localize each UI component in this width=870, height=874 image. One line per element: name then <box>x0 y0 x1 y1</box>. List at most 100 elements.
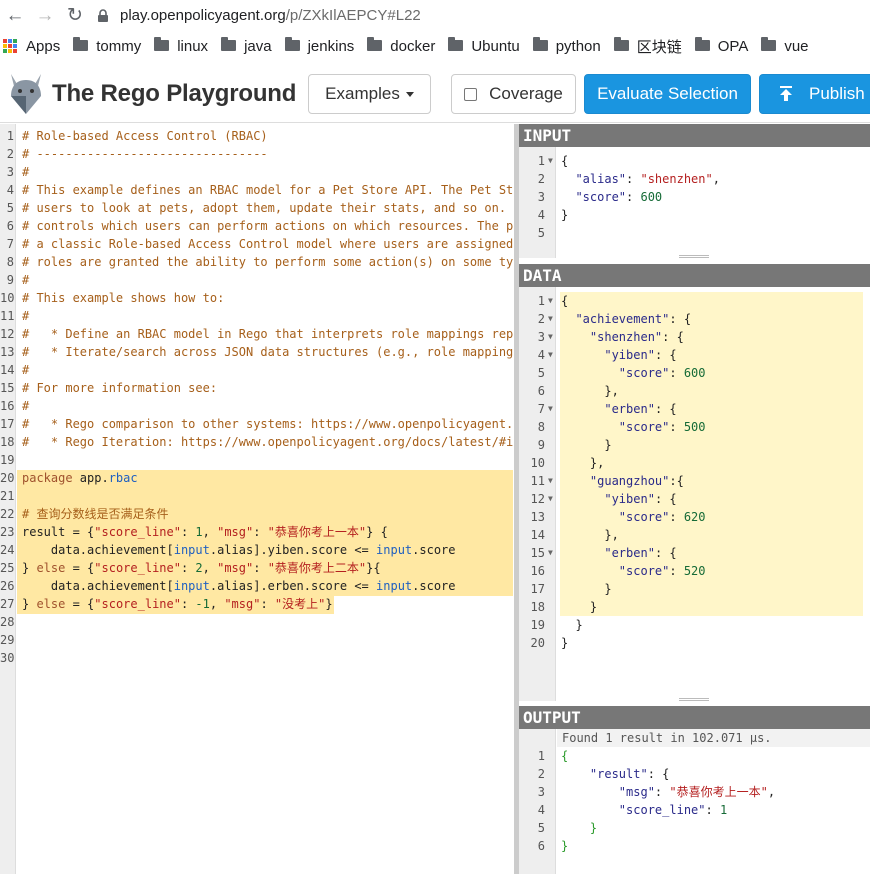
bookmark-label: java <box>244 37 272 55</box>
fold-arrow-icon[interactable]: ▼ <box>548 152 553 170</box>
output-panel-title: OUTPUT <box>519 706 870 729</box>
line-number: 5 <box>6 201 14 215</box>
json-text: }, <box>561 456 605 470</box>
bookmark-item[interactable]: python <box>532 36 601 55</box>
json-text: "score": 620 <box>618 510 706 524</box>
code-line: 25} else = {"score_line": 2, "msg": "恭喜你… <box>0 559 514 577</box>
line-number: 16 <box>530 564 545 578</box>
input-editor[interactable]: 1 ▼{2 "alias": "shenzhen", 3 "score": 600 4… <box>519 147 870 258</box>
line-number: 17 <box>530 582 545 596</box>
line-number: 3 <box>537 330 545 344</box>
url-path: /p/ZXkIlAEPCY#L22 <box>285 7 421 24</box>
line-number: 19 <box>530 618 545 632</box>
policy-editor[interactable]: 1 # Role-based Access Control (RBAC) 2 # --… <box>0 124 514 874</box>
page-title: The Rego Playground <box>52 80 297 107</box>
code-line: 22 # 查询分数线是否满足条件 <box>0 505 514 523</box>
fold-arrow-icon[interactable]: ▼ <box>548 346 553 364</box>
output-panel: OUTPUT Found 1 result in 102.071 µs. 1{2… <box>519 706 870 874</box>
fold-arrow-icon[interactable]: ▼ <box>548 328 553 346</box>
input-panel-title: INPUT <box>519 124 870 147</box>
bookmark-item[interactable]: OPA <box>694 36 748 55</box>
code-text: # * Rego Iteration: https://www.openpoli… <box>22 435 514 449</box>
data-panel-title: DATA <box>519 264 870 287</box>
bookmark-item[interactable]: Ubuntu <box>448 36 520 55</box>
data-editor[interactable]: 1 ▼{2 ▼ "achievement": {3 ▼ "shenzhen": {4 ▼… <box>519 287 870 701</box>
bookmark-item[interactable]: 区块链 <box>613 36 682 57</box>
fold-arrow-icon[interactable]: ▼ <box>548 490 553 508</box>
bookmark-label: vue <box>784 37 809 55</box>
forward-arrow-icon[interactable]: → <box>30 0 60 31</box>
evaluate-selection-button[interactable]: Evaluate Selection <box>584 74 751 114</box>
fold-arrow-icon[interactable]: ▼ <box>548 400 553 418</box>
bookmark-item[interactable]: jenkins <box>284 36 354 55</box>
json-text: "msg": "恭喜你考上一本", <box>618 785 776 799</box>
folder-icon <box>613 36 629 51</box>
line-number: 4 <box>6 183 14 197</box>
json-line: 9 } <box>519 436 870 454</box>
data-resize-handle[interactable] <box>679 698 709 701</box>
url-host: play.openpolicyagent.org <box>120 7 286 24</box>
input-resize-handle[interactable] <box>679 255 709 258</box>
json-text: "shenzhen": { <box>589 330 684 344</box>
bookmark-item[interactable]: docker <box>367 36 436 55</box>
code-line: 13 # * Iterate/search across JSON data st… <box>0 343 514 361</box>
code-text: # <box>22 363 30 377</box>
line-number: 5 <box>537 226 545 240</box>
line-number: 11 <box>530 474 545 488</box>
line-number: 6 <box>537 384 545 398</box>
json-text: } <box>561 839 569 853</box>
bookmark-apps[interactable]: Apps <box>0 38 60 55</box>
json-text: }, <box>561 384 619 398</box>
back-arrow-icon[interactable]: ← <box>0 0 30 31</box>
coverage-label: Coverage <box>489 84 563 103</box>
fold-arrow-icon[interactable]: ▼ <box>548 292 553 310</box>
line-number: 12 <box>530 492 545 506</box>
json-text: "result": { <box>589 767 670 781</box>
coverage-toggle-button[interactable]: Coverage <box>451 74 576 114</box>
fold-arrow-icon[interactable]: ▼ <box>548 472 553 490</box>
line-number: 12 <box>0 327 15 341</box>
line-number: 4 <box>537 348 545 362</box>
publish-button[interactable]: Publish <box>759 74 870 114</box>
folder-icon <box>532 36 548 51</box>
json-text: "erben": { <box>604 402 677 416</box>
code-line: 9 # <box>0 271 514 289</box>
code-line: 7 # a classic Role-based Access Control m… <box>0 235 514 253</box>
line-number: 24 <box>0 543 15 557</box>
code-text: # For more information see: <box>22 381 218 395</box>
bookmark-label: Ubuntu <box>471 37 520 55</box>
fold-arrow-icon[interactable]: ▼ <box>548 310 553 328</box>
line-number: 13 <box>530 510 545 524</box>
bookmark-item[interactable]: vue <box>761 36 809 55</box>
opa-logo-icon <box>8 72 44 116</box>
bookmark-item[interactable]: tommy <box>73 36 141 55</box>
line-number: 10 <box>530 456 545 470</box>
json-line: 5 } <box>519 819 870 837</box>
code-line: 27} else = {"score_line": -1, "msg": "没考… <box>0 595 514 613</box>
evaluate-label: Evaluate Selection <box>597 84 738 103</box>
line-number: 2 <box>6 147 14 161</box>
bookmark-item[interactable]: java <box>221 36 272 55</box>
code-text: result = {"score_line": 1, "msg": "恭喜你考上… <box>22 525 388 539</box>
output-viewer[interactable]: Found 1 result in 102.071 µs. 1{2 "resul… <box>519 729 870 874</box>
line-number: 20 <box>0 471 15 485</box>
fold-arrow-icon[interactable]: ▼ <box>548 544 553 562</box>
json-line: 3 "score": 600 <box>519 188 870 206</box>
code-line: 19 <box>0 451 514 469</box>
line-number: 5 <box>537 821 545 835</box>
bookmarks-bar: Apps tommy linux java jenkins docker Ubuntu pyt… <box>0 31 870 61</box>
reload-icon[interactable]: ↻ <box>60 0 90 31</box>
json-line: 17 } <box>519 580 870 598</box>
bookmark-label: docker <box>390 37 436 55</box>
bookmark-item[interactable]: linux <box>154 36 208 55</box>
data-panel: DATA 1 ▼{2 ▼ "achievement": {3 ▼ "shenzhen"… <box>519 264 870 701</box>
json-text: { <box>561 154 569 168</box>
bookmark-label: python <box>555 37 601 55</box>
code-text: # users to look at pets, adopt them, upd… <box>22 201 507 215</box>
code-line: 8 # roles are granted the ability to perf… <box>0 253 514 271</box>
examples-dropdown-button[interactable]: Examples <box>308 74 431 114</box>
line-number: 7 <box>6 237 14 251</box>
coverage-checkbox[interactable] <box>464 87 478 101</box>
json-line: 18 } <box>519 598 870 616</box>
url-field[interactable]: play.openpolicyagent.org/p/ZXkIlAEPCY#L2… <box>96 7 421 24</box>
